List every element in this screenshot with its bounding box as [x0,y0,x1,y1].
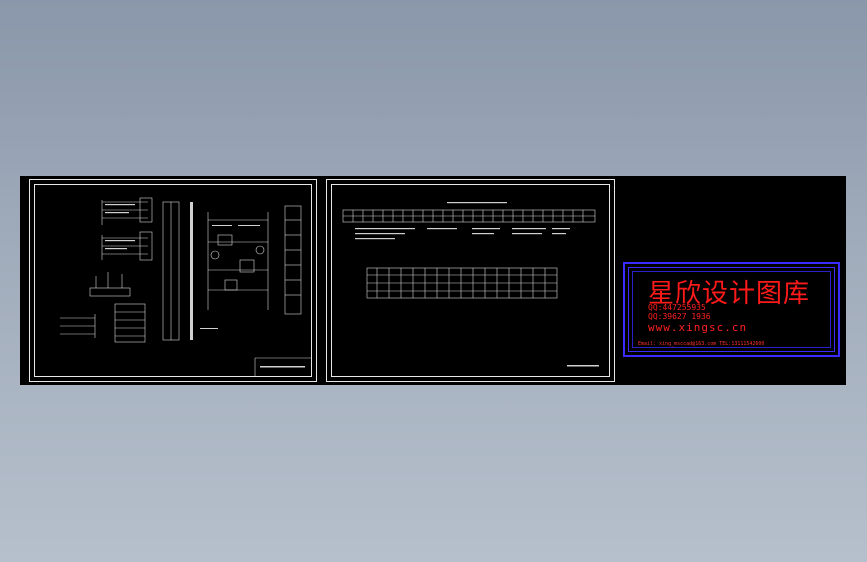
watermark-qq-2: QQ:39627 1936 [648,312,711,321]
drawing-sheet-schematic [29,179,317,382]
schematic-artwork [60,197,312,376]
watermark-url: www.xingsc.cn [648,321,748,334]
watermark-panel: 星欣设计图库 QQ:447255935 QQ:39627 1936 www.xi… [623,262,840,357]
drawing-sheet-tables [326,179,615,382]
tables-artwork [342,202,599,367]
watermark-contact: Email: xing_msccad@163.com TEL:131115426… [638,341,765,347]
cad-viewport[interactable]: 星欣设计图库 QQ:447255935 QQ:39627 1936 www.xi… [20,176,846,385]
watermark-qq-1: QQ:447255935 [648,303,706,312]
